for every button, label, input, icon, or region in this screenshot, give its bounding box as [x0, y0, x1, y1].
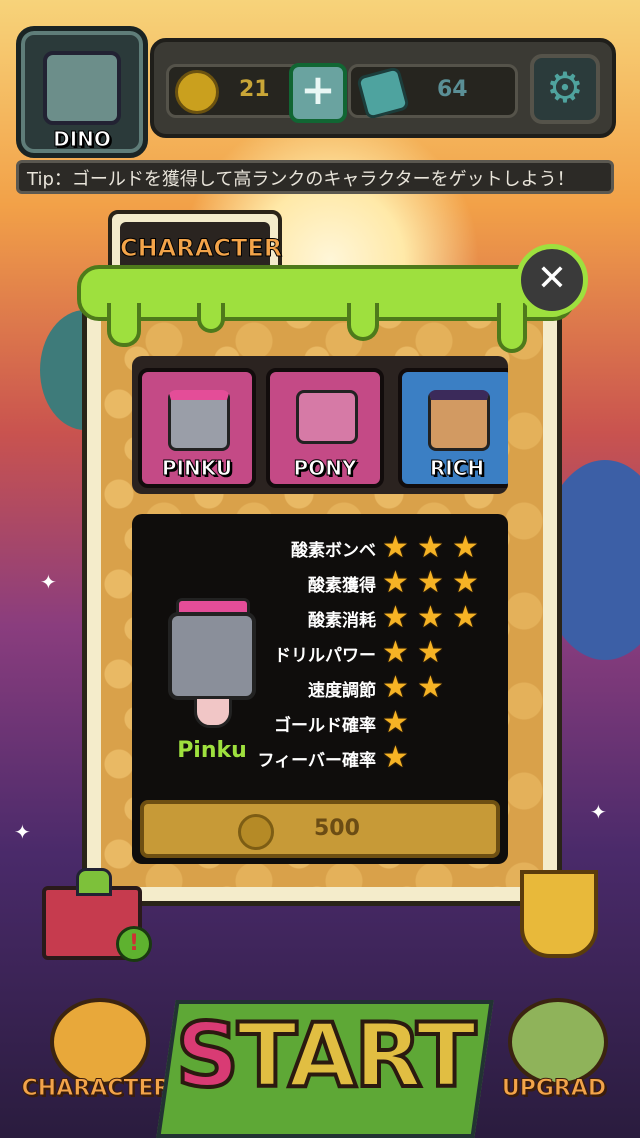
star-icon: ★ — [417, 635, 444, 670]
gold-counter: 21 + — [166, 63, 347, 123]
pinku-character-icon — [168, 612, 256, 700]
character-card-pony[interactable]: PONY — [266, 368, 384, 488]
stat-row: 酸素ボンベ ★ ★ ★ — [252, 530, 502, 565]
slime-drip — [497, 303, 527, 353]
gem-value: 64 — [437, 77, 468, 102]
pinku-face-icon — [168, 390, 230, 451]
character-card-label: PONY — [293, 456, 357, 481]
character-nav-button[interactable]: CHARACTER — [21, 990, 171, 1120]
stat-row: 酸素消耗 ★ ★ ★ — [252, 600, 502, 635]
start-button[interactable]: START — [160, 1002, 490, 1109]
close-button[interactable]: ✕ — [516, 244, 588, 316]
star-icon: ★ — [417, 600, 444, 635]
stat-label: ドリルパワー — [274, 646, 376, 666]
star-icon: ★ — [382, 530, 409, 565]
star-icon: ★ — [417, 565, 444, 600]
character-card-rich[interactable]: RICH — [398, 368, 508, 488]
star-icon: ★ — [382, 565, 409, 600]
gold-coin-icon — [238, 814, 274, 850]
rich-face-icon — [428, 390, 490, 451]
stat-row: ゴールド確率 ★ — [252, 705, 502, 740]
gift-bow-icon — [76, 868, 112, 896]
tip-banner: Tip：ゴールドを獲得して高ランクのキャラクターをゲットしよう！ — [16, 160, 614, 194]
start-label-s: S — [174, 1002, 241, 1109]
shovel-pickaxe-icon — [508, 998, 608, 1086]
star-icon: ★ — [382, 670, 409, 705]
price-label: 500 — [314, 816, 360, 841]
gold-value: 21 — [239, 77, 270, 102]
stat-label: 酸素獲得 — [308, 576, 376, 596]
close-icon: ✕ — [536, 258, 568, 299]
star-icon: ★ — [417, 670, 444, 705]
drill-icon — [194, 696, 232, 728]
miner-helmet-icon — [50, 998, 150, 1086]
stat-label: フィーバー確率 — [257, 751, 377, 771]
pony-face-icon — [296, 390, 358, 444]
stat-row: フィーバー確率 ★ — [252, 740, 502, 775]
character-card-label: PINKU — [161, 456, 233, 481]
star-icon: ★ — [417, 530, 444, 565]
player-name: DINO — [53, 127, 112, 152]
gear-icon: ⚙ — [546, 63, 584, 112]
upgrade-nav-button[interactable]: UPGRAD — [484, 990, 624, 1120]
trophy-button[interactable] — [520, 870, 598, 958]
slime-drip — [107, 303, 141, 347]
upgrade-nav-label: UPGRAD — [501, 1076, 607, 1102]
gem-icon — [356, 66, 410, 120]
slime-drip — [347, 303, 379, 341]
character-card-pinku[interactable]: PINKU — [138, 368, 256, 488]
stat-label: 酸素ボンベ — [291, 541, 376, 561]
sparkle-icon: ✦ — [14, 820, 31, 844]
stat-label: 速度調節 — [308, 681, 376, 701]
gem-counter: 64 — [348, 64, 518, 120]
sparkle-icon: ✦ — [590, 800, 607, 824]
star-icon: ★ — [452, 530, 479, 565]
player-avatar[interactable]: DINO — [16, 26, 148, 158]
start-label-rest: TART — [235, 1002, 478, 1109]
character-selector: PINKU PONY RICH — [132, 356, 508, 494]
stat-row: 酸素獲得 ★ ★ ★ — [252, 565, 502, 600]
character-card-label: RICH — [429, 456, 485, 481]
star-icon: ★ — [382, 600, 409, 635]
buy-button[interactable]: 500 — [140, 800, 500, 858]
star-icon: ★ — [382, 705, 409, 740]
settings-button[interactable]: ⚙ — [530, 54, 600, 124]
tab-character-label: CHARACTER — [120, 234, 283, 263]
slime-drip — [197, 303, 225, 333]
character-name: Pinku — [177, 738, 247, 763]
sparkle-icon: ✦ — [40, 570, 57, 594]
alert-icon: ! — [116, 926, 152, 962]
character-nav-label: CHARACTER — [21, 1076, 171, 1102]
stat-label: ゴールド確率 — [274, 716, 376, 736]
dino-face-icon — [43, 51, 121, 125]
star-icon: ★ — [452, 565, 479, 600]
add-gold-button[interactable]: + — [289, 63, 347, 123]
resource-bar: 21 + 64 ⚙ — [150, 38, 616, 138]
stat-row: 速度調節 ★ ★ — [252, 670, 502, 705]
stat-row: ドリルパワー ★ ★ — [252, 635, 502, 670]
star-icon: ★ — [452, 600, 479, 635]
star-icon: ★ — [382, 740, 409, 775]
star-icon: ★ — [382, 635, 409, 670]
character-detail: Pinku 酸素ボンベ ★ ★ ★ 酸素獲得 ★ ★ ★ 酸素消耗 ★ ★ ★ ドリルパワー ★ ★ 速度調節… — [132, 514, 508, 864]
stat-label: 酸素消耗 — [308, 611, 376, 631]
gold-coin-icon — [175, 70, 219, 114]
